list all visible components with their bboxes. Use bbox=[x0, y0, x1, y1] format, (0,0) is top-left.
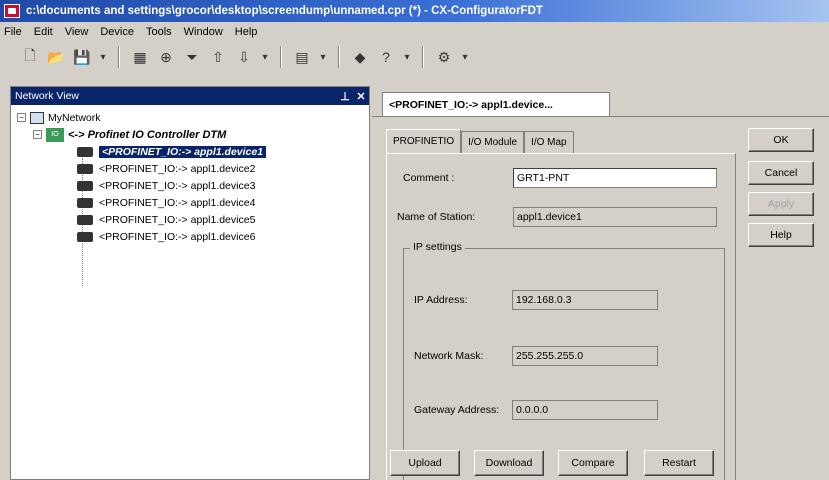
network-view-panel: Network View ⊥ ✕ − MyNetwork − IO <-> Pr… bbox=[10, 86, 370, 480]
restart-button[interactable]: Restart bbox=[644, 450, 714, 476]
properties-icon[interactable]: ▤ bbox=[292, 47, 312, 67]
controller-icon: IO bbox=[46, 127, 64, 142]
tree-item-label: <PROFINET_IO:-> appl1.device4 bbox=[99, 196, 256, 209]
tree-item-device[interactable]: <PROFINET_IO:-> appl1.device3 bbox=[11, 177, 369, 194]
network-mask-label: Network Mask: bbox=[414, 350, 484, 362]
toolbar-separator bbox=[118, 46, 120, 68]
save-icon[interactable]: 💾 bbox=[72, 47, 92, 67]
close-icon[interactable]: ✕ bbox=[353, 90, 369, 103]
comment-field[interactable]: GRT1-PNT bbox=[513, 168, 717, 188]
tree-item-device[interactable]: <PROFINET_IO:-> appl1.device6 bbox=[11, 228, 369, 245]
document-tab[interactable]: <PROFINET_IO:-> appl1.device... bbox=[382, 92, 610, 116]
new-file-icon[interactable]: 🗋 bbox=[20, 47, 40, 67]
collapse-icon[interactable]: − bbox=[17, 113, 26, 122]
profinetio-panel: Comment : GRT1-PNT Name of Station: appl… bbox=[386, 153, 736, 480]
device-icon bbox=[77, 214, 93, 225]
filter-icon[interactable]: ⏷ bbox=[182, 47, 202, 67]
document-tab-divider bbox=[372, 116, 829, 117]
tab-io-map[interactable]: I/O Map bbox=[524, 131, 574, 153]
tree-item-device[interactable]: <PROFINET_IO:-> appl1.device5 bbox=[11, 211, 369, 228]
toolbar: 🗋 📂 💾 ▾ ▦ ⊕ ⏷ ⇧ ⇩ ▾ ▤ ▾ ◆ ? ▾ ⚙ ▾ bbox=[0, 42, 829, 72]
station-name-label: Name of Station: bbox=[397, 211, 476, 223]
tree-item-root[interactable]: − MyNetwork bbox=[11, 109, 369, 126]
tab-profinetio[interactable]: PROFINETIO bbox=[386, 129, 462, 153]
save-dropdown-icon[interactable]: ▾ bbox=[98, 47, 108, 67]
ok-button[interactable]: OK bbox=[748, 128, 814, 152]
menu-view[interactable]: View bbox=[65, 26, 89, 38]
device-icon bbox=[77, 163, 93, 174]
cancel-button[interactable]: Cancel bbox=[748, 161, 814, 185]
add-device-icon[interactable]: ⊕ bbox=[156, 47, 176, 67]
device-icon bbox=[77, 180, 93, 191]
help-button[interactable]: Help bbox=[748, 223, 814, 247]
gateway-address-field: 0.0.0.0 bbox=[512, 400, 658, 420]
device-icon bbox=[77, 197, 93, 208]
tree-item-label: <PROFINET_IO:-> appl1.device5 bbox=[99, 213, 256, 226]
properties-dropdown-icon[interactable]: ▾ bbox=[318, 47, 328, 67]
menu-help[interactable]: Help bbox=[235, 26, 258, 38]
tree-item-label: <PROFINET_IO:-> appl1.device6 bbox=[99, 230, 256, 243]
tree-item-label: MyNetwork bbox=[48, 111, 101, 124]
device-icon bbox=[77, 146, 93, 157]
apply-button[interactable]: Apply bbox=[748, 192, 814, 216]
menu-edit[interactable]: Edit bbox=[34, 26, 53, 38]
help-icon[interactable]: ? bbox=[376, 47, 396, 67]
tree-item-device[interactable]: <PROFINET_IO:-> appl1.device1 bbox=[11, 143, 369, 160]
diagnosis-icon[interactable]: ◆ bbox=[350, 47, 370, 67]
collapse-icon[interactable]: − bbox=[33, 130, 42, 139]
compare-button[interactable]: Compare bbox=[558, 450, 628, 476]
network-view-title: Network View bbox=[15, 90, 79, 102]
network-tree: − MyNetwork − IO <-> Profinet IO Control… bbox=[11, 105, 369, 286]
network-view-header: Network View ⊥ ✕ bbox=[11, 87, 369, 105]
toolbar-separator bbox=[422, 46, 424, 68]
transfer-dropdown-icon[interactable]: ▾ bbox=[260, 47, 270, 67]
network-mask-field: 255.255.255.0 bbox=[512, 346, 658, 366]
tree-item-label: <-> Profinet IO Controller DTM bbox=[68, 128, 227, 141]
network-icon[interactable]: ⚙ bbox=[434, 47, 454, 67]
help-dropdown-icon[interactable]: ▾ bbox=[402, 47, 412, 67]
title-bar: c:\documents and settings\grocor\desktop… bbox=[0, 0, 829, 22]
download-button[interactable]: Download bbox=[474, 450, 544, 476]
open-folder-icon[interactable]: 📂 bbox=[46, 47, 66, 67]
app-icon bbox=[4, 4, 20, 18]
tree-item-device[interactable]: <PROFINET_IO:-> appl1.device4 bbox=[11, 194, 369, 211]
menu-window[interactable]: Window bbox=[184, 26, 223, 38]
tab-io-module[interactable]: I/O Module bbox=[461, 131, 525, 153]
station-name-field: appl1.device1 bbox=[513, 207, 717, 227]
toolbar-separator bbox=[338, 46, 340, 68]
ip-settings-group: IP settings IP Address: 192.168.0.3 Netw… bbox=[403, 241, 725, 480]
ip-settings-legend: IP settings bbox=[410, 241, 465, 253]
ip-address-label: IP Address: bbox=[414, 294, 468, 306]
device-icon bbox=[77, 231, 93, 242]
tree-item-controller[interactable]: − IO <-> Profinet IO Controller DTM bbox=[11, 126, 369, 143]
menu-bar: File Edit View Device Tools Window Help bbox=[0, 22, 829, 42]
tree-item-label: <PROFINET_IO:-> appl1.device2 bbox=[99, 162, 256, 175]
network-dropdown-icon[interactable]: ▾ bbox=[460, 47, 470, 67]
window-title: c:\documents and settings\grocor\desktop… bbox=[26, 5, 543, 17]
download-icon[interactable]: ⇩ bbox=[234, 47, 254, 67]
ip-address-field: 192.168.0.3 bbox=[512, 290, 658, 310]
computer-icon bbox=[30, 111, 44, 124]
device-configuration-area: <PROFINET_IO:-> appl1.device... PROFINET… bbox=[372, 86, 829, 480]
gateway-address-label: Gateway Address: bbox=[414, 404, 500, 416]
upload-button[interactable]: Upload bbox=[390, 450, 460, 476]
toolbar-separator bbox=[280, 46, 282, 68]
config-tabs: PROFINETIO I/O Module I/O Map bbox=[386, 129, 574, 153]
comment-label: Comment : bbox=[403, 172, 455, 184]
device-catalog-icon[interactable]: ▦ bbox=[130, 47, 150, 67]
tree-item-label: <PROFINET_IO:-> appl1.device1 bbox=[99, 145, 267, 158]
menu-device[interactable]: Device bbox=[100, 26, 134, 38]
upload-icon[interactable]: ⇧ bbox=[208, 47, 228, 67]
menu-file[interactable]: File bbox=[4, 26, 22, 38]
menu-tools[interactable]: Tools bbox=[146, 26, 172, 38]
tree-item-label: <PROFINET_IO:-> appl1.device3 bbox=[99, 179, 256, 192]
pin-icon[interactable]: ⊥ bbox=[337, 90, 353, 103]
tree-item-device[interactable]: <PROFINET_IO:-> appl1.device2 bbox=[11, 160, 369, 177]
